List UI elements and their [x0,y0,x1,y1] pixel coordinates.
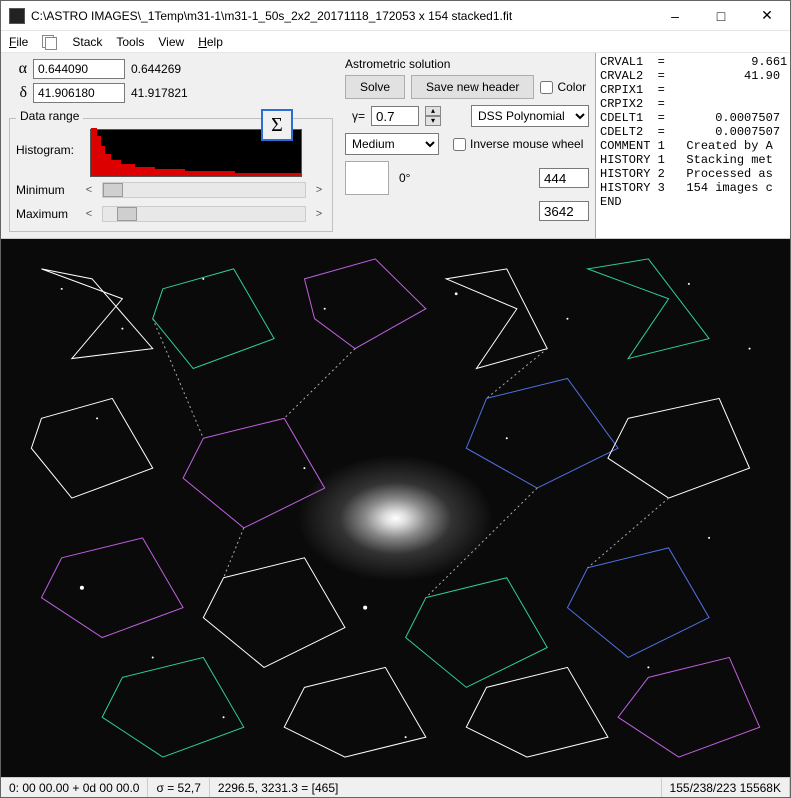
status-sigma: σ = 52,7 [148,778,209,797]
min-value-input[interactable] [539,168,589,188]
top-panel: α 0.644269 δ 41.917821 Data range Histog… [1,53,790,239]
gamma-input[interactable] [371,106,419,126]
gamma-spinner[interactable]: ▴▾ [425,106,441,126]
color-checkbox[interactable] [540,81,553,94]
color-label: Color [557,80,586,94]
solve-button[interactable]: Solve [345,75,405,99]
copy-icon[interactable] [42,35,58,49]
menu-help[interactable]: Help [198,35,223,49]
status-pixel: 2296.5, 3231.3 = [465] [210,778,662,797]
maximum-slider[interactable] [102,206,306,222]
minimize-button[interactable]: – [652,1,698,31]
alpha-input[interactable] [33,59,125,79]
max-value-input[interactable] [539,201,589,221]
inverse-wheel-checkbox[interactable] [453,138,466,151]
window-title: C:\ASTRO IMAGES\_1Temp\m31-1\m31-1_50s_2… [31,9,652,23]
overlay-svg [1,239,790,777]
min-left-arrow[interactable]: < [82,184,96,196]
delta-display: 41.917821 [131,86,195,100]
delta-label: δ [9,84,27,102]
rotation-label: 0° [399,171,410,185]
menubar: File Stack Tools View Help [1,31,790,53]
minimum-label: Minimum [16,183,76,197]
polynomial-select[interactable]: DSS Polynomial [471,105,589,127]
stretch-select[interactable]: Medium [345,133,439,155]
min-right-arrow[interactable]: > [312,184,326,196]
statusbar: 0: 00 00.00 + 0d 00 00.0 σ = 52,7 2296.5… [1,777,790,797]
menu-file[interactable]: File [9,35,28,49]
delta-input[interactable] [33,83,125,103]
coordinates-panel: α 0.644269 δ 41.917821 Data range Histog… [1,53,339,238]
histogram-label: Histogram: [16,129,84,157]
astrometric-title: Astrometric solution [345,57,589,71]
image-viewport[interactable] [1,239,790,777]
fits-header-view[interactable]: CRVAL1 = 9.661 CRVAL2 = 41.90 CRPIX1 = C… [595,53,790,238]
save-header-button[interactable]: Save new header [411,75,534,99]
max-right-arrow[interactable]: > [312,208,326,220]
maximum-label: Maximum [16,207,76,221]
close-button[interactable]: ✕ [744,1,790,31]
inverse-wheel-row[interactable]: Inverse mouse wheel [453,137,583,151]
data-range-legend: Data range [16,109,83,123]
maximize-button[interactable]: □ [698,1,744,31]
gamma-label: γ= [345,109,365,123]
menu-tools[interactable]: Tools [116,35,144,49]
menu-view[interactable]: View [158,35,184,49]
menu-stack[interactable]: Stack [72,35,102,49]
orientation-preview [345,161,389,195]
status-memory: 155/238/223 15568K [662,778,790,797]
alpha-display: 0.644269 [131,62,195,76]
titlebar: C:\ASTRO IMAGES\_1Temp\m31-1\m31-1_50s_2… [1,1,790,31]
color-checkbox-row[interactable]: Color [540,80,586,94]
max-left-arrow[interactable]: < [82,208,96,220]
inverse-wheel-label: Inverse mouse wheel [470,137,583,151]
astrometric-panel: Astrometric solution Solve Save new head… [339,53,595,238]
alpha-label: α [9,60,27,78]
minimum-slider[interactable] [102,182,306,198]
sigma-button[interactable]: Σ [261,109,293,141]
app-icon [9,8,25,24]
status-coords-ra-dec: 0: 00 00.00 + 0d 00 00.0 [1,778,148,797]
